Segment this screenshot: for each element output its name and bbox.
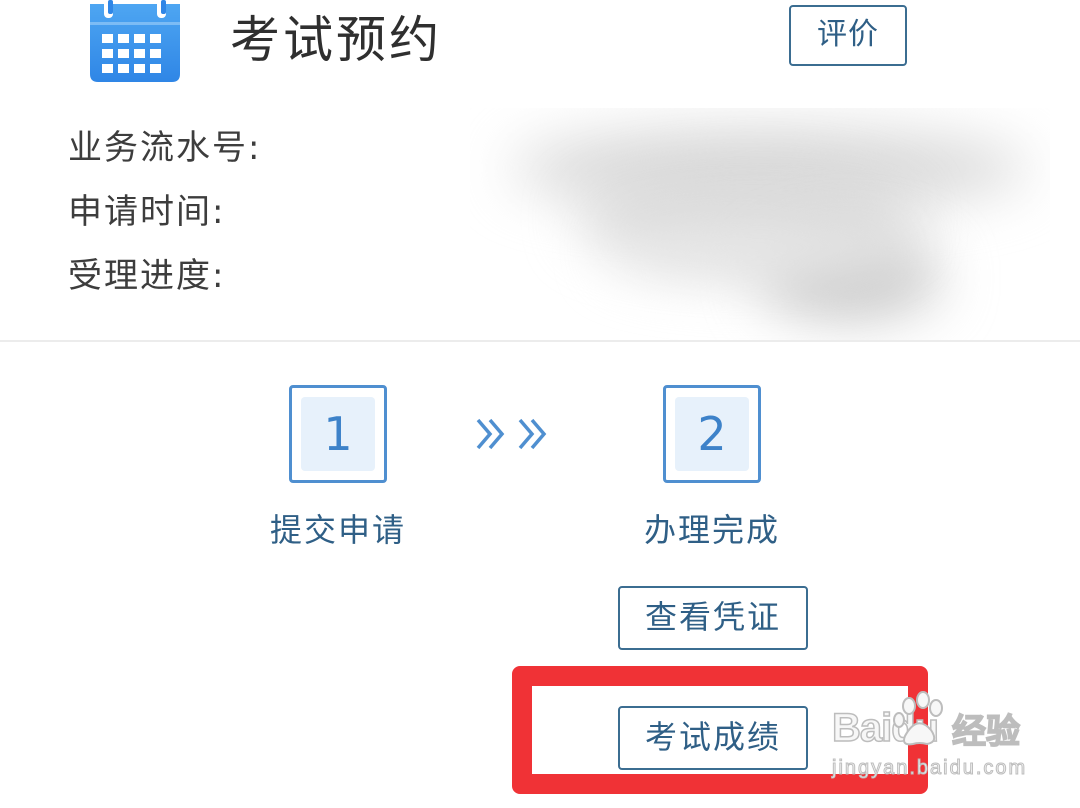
serial-number-label: 业务流水号:	[68, 128, 262, 168]
exam-score-button[interactable]: 考试成绩	[618, 706, 808, 770]
jingyan-watermark-text: 经验	[951, 711, 1021, 753]
exam-appointment-page: 考试预约 评价 业务流水号: 申请时间: 受理进度: 1 提交申请 2 办理完成…	[0, 0, 1080, 808]
step-2-label: 办理完成	[643, 511, 780, 549]
rate-button[interactable]: 评价	[789, 5, 907, 66]
calendar-icon	[90, 0, 180, 86]
view-voucher-button[interactable]: 查看凭证	[618, 586, 808, 650]
step-2-box: 2	[663, 385, 761, 483]
redacted-values	[470, 108, 1050, 340]
step-1-box: 1	[289, 385, 387, 483]
page-title: 考试预约	[230, 11, 442, 69]
paw-icon	[891, 690, 951, 754]
watermark-url: jingyan.baidu.com	[831, 757, 1028, 780]
apply-time-label: 申请时间:	[68, 192, 226, 232]
progress-label: 受理进度:	[68, 256, 226, 296]
step-1-label: 提交申请	[269, 511, 406, 549]
step-2-number: 2	[675, 397, 749, 471]
step-1-number: 1	[301, 397, 375, 471]
double-chevron-right-icon	[474, 412, 550, 460]
section-divider	[0, 340, 1080, 342]
